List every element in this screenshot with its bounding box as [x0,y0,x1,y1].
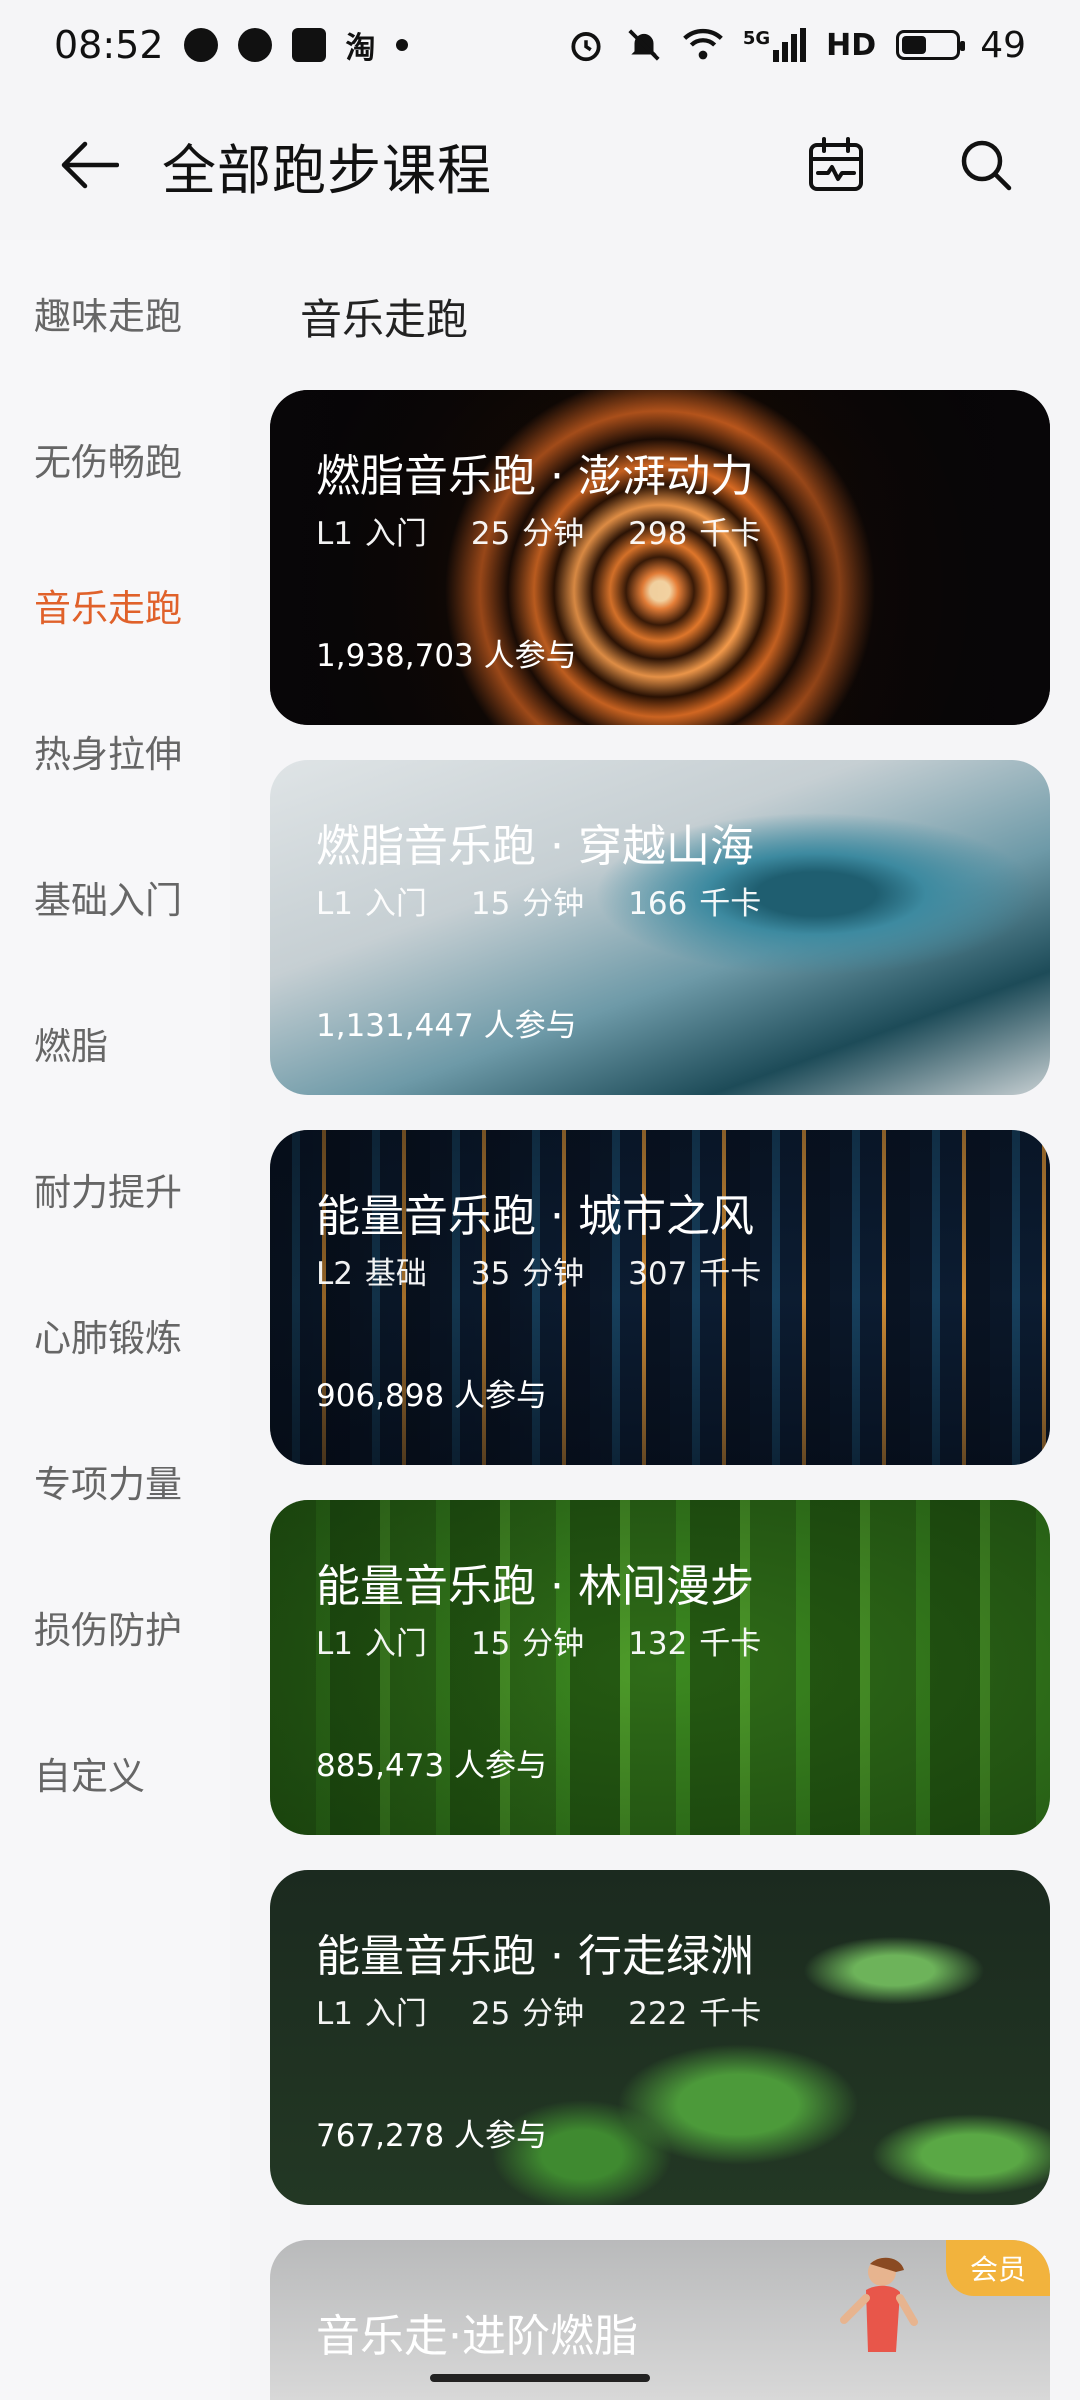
calendar-button[interactable] [796,125,876,205]
status-time: 08:52 [54,23,164,67]
course-level: L1 入门 [316,516,427,552]
course-calories: 166 千卡 [628,886,762,922]
course-duration: 25 分钟 [470,1996,585,2032]
course-title: 能量音乐跑 · 林间漫步 [316,1561,754,1612]
course-card[interactable]: 燃脂音乐跑 · 澎湃动力 L1 入门 25 分钟 298 千卡 1,938,703 … [270,390,1050,725]
course-list: 音乐走跑 燃脂音乐跑 · 澎湃动力 L1 入门 25 分钟 298 千卡 1,938… [230,240,1080,2400]
page-title: 全部跑步课程 [162,138,492,202]
taobao-icon: 淘 [345,31,376,66]
back-button[interactable] [44,120,134,210]
tiktok-icon [291,28,326,62]
course-title: 燃脂音乐跑 · 澎湃动力 [316,451,754,502]
search-button[interactable] [946,125,1026,205]
course-duration: 25 分钟 [470,516,585,552]
chat-icon [237,28,272,62]
sidebar-item-injury-prevention[interactable]: 损伤防护 [0,1554,230,1700]
sidebar-item-fat-burn[interactable]: 燃脂 [0,970,230,1116]
course-participants: 906,898 人参与 [316,1378,548,1414]
sidebar-item-fun-run[interactable]: 趣味走跑 [0,240,230,386]
course-level: L1 入门 [316,886,427,922]
course-duration: 35 分钟 [470,1256,585,1292]
top-app-bar: 全部跑步课程 [0,105,1080,225]
course-meta: L1 入门 15 分钟 166 千卡 [316,878,805,923]
course-participants: 1,938,703 人参与 [316,638,577,674]
course-calories: 132 千卡 [628,1626,762,1662]
signal-icon: 5G [743,28,807,62]
course-card[interactable]: 会员 音乐走·进阶燃脂 [270,2240,1050,2400]
course-participants: 767,278 人参与 [316,2118,548,2154]
sidebar-item-endurance[interactable]: 耐力提升 [0,1116,230,1262]
course-meta: L1 入门 25 分钟 222 千卡 [316,1988,805,2033]
status-bar: 08:52 淘 5G HD 49 [0,0,1080,90]
course-calories: 222 千卡 [628,1996,762,2032]
alarm-icon [571,32,601,62]
course-card[interactable]: 能量音乐跑 · 林间漫步 L1 入门 15 分钟 132 千卡 885,473 人参… [270,1500,1050,1835]
search-icon [961,140,1012,191]
course-card[interactable]: 燃脂音乐跑 · 穿越山海 L1 入门 15 分钟 166 千卡 1,131,447 … [270,760,1050,1095]
course-level: L1 入门 [316,1626,427,1662]
course-title: 能量音乐跑 · 城市之风 [316,1191,754,1242]
course-title: 燃脂音乐跑 · 穿越山海 [316,821,754,872]
sidebar-item-injury-free[interactable]: 无伤畅跑 [0,386,230,532]
runner-image [840,2257,918,2352]
mute-icon [628,29,660,61]
calendar-plan-icon [809,137,863,191]
sidebar-item-warmup[interactable]: 热身拉伸 [0,678,230,824]
section-title: 音乐走跑 [300,295,469,344]
course-card[interactable]: 能量音乐跑 · 城市之风 L2 基础 35 分钟 307 千卡 906,898 人参… [270,1130,1050,1465]
wifi-icon [683,28,723,60]
course-calories: 307 千卡 [628,1256,762,1292]
home-indicator[interactable] [430,2374,650,2382]
category-sidebar: 趣味走跑 无伤畅跑 音乐走跑 热身拉伸 基础入门 燃脂 耐力提升 心肺锻炼 专项… [0,240,230,2400]
course-calories: 298 千卡 [628,516,762,552]
sidebar-item-music-run[interactable]: 音乐走跑 [0,532,230,678]
sidebar-item-strength[interactable]: 专项力量 [0,1408,230,1554]
bubble-icon [183,28,218,62]
battery-level: 49 [980,24,1026,66]
battery-icon [896,30,966,60]
sidebar-item-beginner[interactable]: 基础入门 [0,824,230,970]
course-level: L1 入门 [316,1996,427,2032]
course-level: L2 基础 [316,1256,427,1292]
course-meta: L1 入门 15 分钟 132 千卡 [316,1618,805,1663]
sidebar-item-cardio[interactable]: 心肺锻炼 [0,1262,230,1408]
arrow-left-icon [61,141,119,189]
course-meta: L2 基础 35 分钟 307 千卡 [316,1248,805,1293]
vip-badge: 会员 [945,2240,1050,2296]
course-title: 能量音乐跑 · 行走绿洲 [316,1931,754,1982]
course-title: 音乐走·进阶燃脂 [316,2311,638,2362]
course-duration: 15 分钟 [470,1626,585,1662]
notification-dot-icon [395,39,408,51]
sidebar-item-custom[interactable]: 自定义 [0,1700,230,1846]
course-participants: 1,131,447 人参与 [316,1008,577,1044]
course-participants: 885,473 人参与 [316,1748,548,1784]
course-duration: 15 分钟 [470,886,585,922]
course-card[interactable]: 能量音乐跑 · 行走绿洲 L1 入门 25 分钟 222 千卡 767,278 人参… [270,1870,1050,2205]
hd-label: HD [826,27,877,63]
course-meta: L1 入门 25 分钟 298 千卡 [316,508,805,553]
